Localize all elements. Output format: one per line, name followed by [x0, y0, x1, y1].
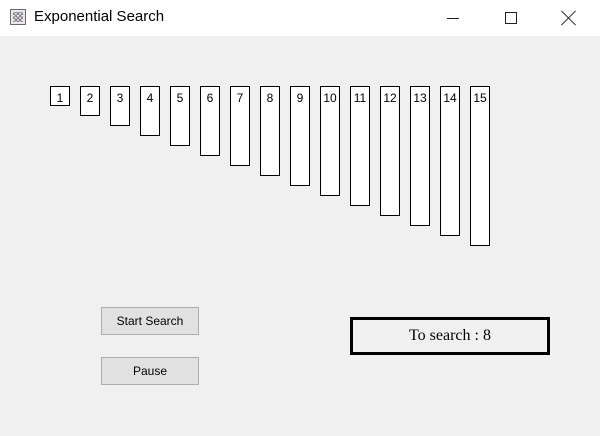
array-bar-label: 7 [236, 91, 244, 105]
window-title: Exponential Search [34, 8, 165, 25]
array-bar-label: 6 [206, 91, 214, 105]
title-bar: Exponential Search [0, 0, 600, 36]
array-bar-label: 13 [413, 91, 427, 105]
close-button[interactable] [546, 0, 592, 36]
array-bar: 7 [230, 86, 250, 166]
array-bar-label: 4 [146, 91, 154, 105]
close-icon [561, 10, 577, 26]
array-bar: 4 [140, 86, 160, 136]
app-icon [10, 9, 26, 25]
array-bar-label: 15 [473, 91, 487, 105]
array-bar-label: 10 [323, 91, 337, 105]
array-bar: 15 [470, 86, 490, 246]
array-bar: 8 [260, 86, 280, 176]
array-bar: 12 [380, 86, 400, 216]
array-bar-label: 2 [86, 91, 94, 105]
minimize-button[interactable] [430, 0, 476, 36]
array-bar-label: 8 [266, 91, 274, 105]
minimize-icon [447, 17, 459, 19]
array-bar-label: 1 [56, 91, 64, 105]
array-bar-label: 5 [176, 91, 184, 105]
array-bar: 5 [170, 86, 190, 146]
array-bar: 14 [440, 86, 460, 236]
array-bar: 11 [350, 86, 370, 206]
array-bar-label: 11 [353, 91, 367, 105]
array-bar: 9 [290, 86, 310, 186]
array-bar: 3 [110, 86, 130, 126]
array-bar-label: 3 [116, 91, 124, 105]
array-bar: 2 [80, 86, 100, 116]
array-bar: 6 [200, 86, 220, 156]
array-bar-label: 14 [443, 91, 457, 105]
start-search-button[interactable]: Start Search [101, 307, 199, 335]
maximize-icon [505, 12, 517, 24]
array-bar-label: 9 [296, 91, 304, 105]
maximize-button[interactable] [488, 0, 534, 36]
array-bar: 10 [320, 86, 340, 196]
array-bar: 13 [410, 86, 430, 226]
pause-button[interactable]: Pause [101, 357, 199, 385]
array-bar-label: 12 [383, 91, 397, 105]
array-bar: 1 [50, 86, 70, 106]
search-target-display: To search : 8 [350, 317, 550, 355]
